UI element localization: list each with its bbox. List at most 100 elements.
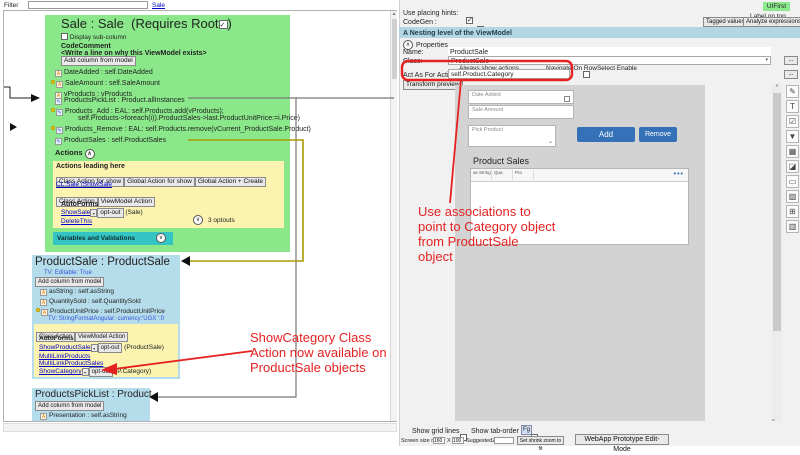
add-column-button[interactable]: Add column from model: [35, 277, 104, 287]
annotation-showcategory: ShowCategory Class Action now available …: [250, 330, 387, 375]
toolbox-person-icon[interactable]: ◪: [786, 160, 799, 173]
optout-button[interactable]: opt-out: [89, 367, 114, 377]
optout-dropdown-icon[interactable]: [82, 368, 89, 376]
chevron-down-icon[interactable]: ⌄: [548, 138, 553, 145]
tagged-values-button[interactable]: Tagged values: [703, 17, 748, 27]
field-row-products-remove[interactable]: ✎Products_Remove : EAL: self.Products.re…: [51, 125, 311, 134]
webapp-prototype-mode-button[interactable]: WebApp Prototype Edit-Mode: [575, 434, 669, 445]
grid-col-asstring[interactable]: as String: [473, 170, 492, 182]
preview-scrollbar-thumb[interactable]: [773, 93, 781, 331]
deletethis-link[interactable]: DeleteThis: [61, 218, 92, 226]
field-row-products-add-line2: self.Products->foreach(i)).ProductSales-…: [78, 114, 300, 123]
grid-menu-icon[interactable]: •••: [674, 171, 684, 178]
canvas-scrollbar[interactable]: ▲: [390, 11, 397, 421]
calendar-icon[interactable]: [564, 96, 570, 102]
add-column-button[interactable]: Add column from model: [61, 56, 136, 66]
scrollbar-up-icon[interactable]: ∧: [772, 83, 782, 90]
requires-root-checkbox[interactable]: [219, 20, 228, 29]
nesting-section-bar: A Nesting level of the ViewModel: [399, 27, 800, 38]
display-sub-column-checkbox[interactable]: [61, 33, 68, 40]
grid-col-quantity[interactable]: Qua: [494, 170, 513, 182]
field-row-quantitysold[interactable]: AQuantitySold : self.QuantitySold: [40, 298, 141, 306]
productsale-actions-box: Class ActionViewModel Action AutoForms S…: [34, 324, 178, 377]
collapse-up-icon[interactable]: ∧: [85, 149, 95, 159]
field-row-presentation[interactable]: APresentation : self.asString: [40, 412, 127, 420]
showcategory-suffix: (P.Category): [115, 368, 151, 375]
optout-dropdown-icon[interactable]: [90, 209, 97, 217]
expand-down-icon[interactable]: ∨: [156, 233, 166, 243]
toolbox-calendar-icon[interactable]: ▦: [786, 145, 799, 158]
pick-product-select[interactable]: Pick Product ⌄: [468, 125, 556, 147]
toolbox-checkbox-icon[interactable]: ☑: [786, 115, 799, 128]
variables-validations-bar[interactable]: Variables and Validations ∨: [53, 232, 173, 245]
screen-size-width-input[interactable]: [433, 437, 445, 444]
class-combobox[interactable]: ProductSale ▾: [448, 56, 771, 65]
field-row-asstring[interactable]: AasString : self.asString: [40, 288, 114, 296]
showsale-link[interactable]: ShowSale: [61, 209, 90, 216]
sale-panel-title: Sale : Sale (Requires Root): [61, 17, 232, 31]
canvas-scrollbar-thumb[interactable]: [392, 19, 397, 79]
date-added-field[interactable]: Date Added: [468, 90, 574, 104]
toolbox-edit-icon[interactable]: ✎: [786, 85, 799, 98]
add-button[interactable]: Add: [577, 127, 635, 142]
field-text: QuantitySold : self.QuantitySold: [49, 298, 141, 305]
showproductsale-link[interactable]: ShowProductSale: [39, 344, 91, 351]
attribute-icon: A: [41, 309, 48, 316]
filter-sale-link[interactable]: Sale: [152, 2, 165, 10]
act-as-browse-button[interactable]: ...: [784, 70, 798, 79]
attribute-icon: A: [56, 81, 63, 88]
sale-amount-field[interactable]: Sale Amount: [468, 105, 574, 119]
annotation-line: ProductSale objects: [250, 360, 387, 375]
class-browse-button[interactable]: ...: [784, 56, 798, 65]
screen-size-x-label: X: [447, 438, 451, 444]
preview-scrollbar[interactable]: ∧: [772, 83, 782, 421]
toolbox-text-icon[interactable]: T: [786, 100, 799, 113]
field-row-saleamount[interactable]: ASaleAmount : self.SaleAmount: [51, 79, 160, 88]
remove-button[interactable]: Remove: [639, 127, 677, 142]
cl-sale-showsale-link[interactable]: CL:Sale /ShowSale: [56, 181, 112, 189]
global-action-for-show-button[interactable]: Global Action for show: [124, 177, 195, 187]
toolbox-image-icon[interactable]: ▨: [786, 190, 799, 203]
act-as-for-actions-field[interactable]: self.Product.Category: [448, 69, 570, 79]
field-row-dateadded[interactable]: ADateAdded : self.DateAdded: [55, 68, 153, 77]
optout-button[interactable]: opt-out: [97, 208, 123, 218]
add-column-button[interactable]: Add column from model: [35, 401, 104, 411]
transform-preview-button[interactable]: Transform preview: [403, 80, 463, 90]
name-field[interactable]: ProductSale: [448, 47, 771, 56]
analyze-expressions-button[interactable]: Analyze expressions: [743, 17, 800, 27]
viewmodel-action-button[interactable]: ViewModel Action: [75, 332, 128, 342]
productspicklist-viewmodel-panel: ProductsPickList : Product Add column fr…: [32, 388, 150, 421]
filter-label: Filter: [4, 2, 18, 10]
filter-input[interactable]: [28, 1, 148, 9]
screen-size-height-input[interactable]: [452, 437, 464, 444]
toolbox-grid-icon[interactable]: ⊞: [786, 205, 799, 218]
field-row-productsales[interactable]: ✎ProductSales : self.ProductSales: [55, 136, 166, 145]
display-sub-column-row: Display sub-column: [61, 33, 127, 42]
optout-button[interactable]: opt-out: [98, 343, 123, 353]
suggested-zoom-input[interactable]: [494, 437, 514, 444]
collapse-chevron-icon[interactable]: ⌄: [770, 414, 777, 423]
grid-col-price[interactable]: Pro: [515, 170, 534, 182]
toolbox-printer-icon[interactable]: ▥: [786, 220, 799, 233]
toolbox-button-icon[interactable]: ▭: [786, 175, 799, 188]
set-shrink-zoom-button[interactable]: Set shrink zoom to fit: [517, 436, 564, 445]
use-placing-hints-checkbox[interactable]: [466, 17, 473, 24]
canvas-hscrollbar[interactable]: [3, 423, 397, 432]
optout-dropdown-icon[interactable]: [91, 344, 98, 352]
optouts-expand-icon[interactable]: ∨: [193, 215, 203, 225]
actions-toggle[interactable]: Actions ∧: [55, 148, 95, 159]
attribute-icon: A: [55, 70, 62, 77]
scrollbar-up-icon[interactable]: ▲: [391, 11, 397, 17]
field-row-productspicklist[interactable]: ✎ProductsPickList : Product.allInstances: [55, 96, 185, 105]
fg-button[interactable]: Fg: [521, 425, 532, 435]
viewmodel-action-button[interactable]: ViewModel Action: [98, 197, 155, 207]
variables-validations-label: Variables and Validations: [57, 235, 135, 243]
field-row-productunitprice[interactable]: AProductUnitPrice : self.ProductUnitPric…: [36, 308, 165, 316]
showcategory-link[interactable]: ShowCategory: [39, 368, 82, 375]
toolbox-combobox-icon[interactable]: ▼: [786, 130, 799, 143]
actions-box: Actions leading here Class Action for sh…: [53, 161, 284, 228]
global-action-create-button[interactable]: Global Action + Create: [195, 177, 266, 187]
field-text: SaleAmount : self.SaleAmount: [65, 80, 160, 87]
field-text: ProductUnitPrice : self.ProductUnitPrice: [50, 308, 165, 315]
chevron-down-icon[interactable]: ▾: [765, 57, 768, 63]
